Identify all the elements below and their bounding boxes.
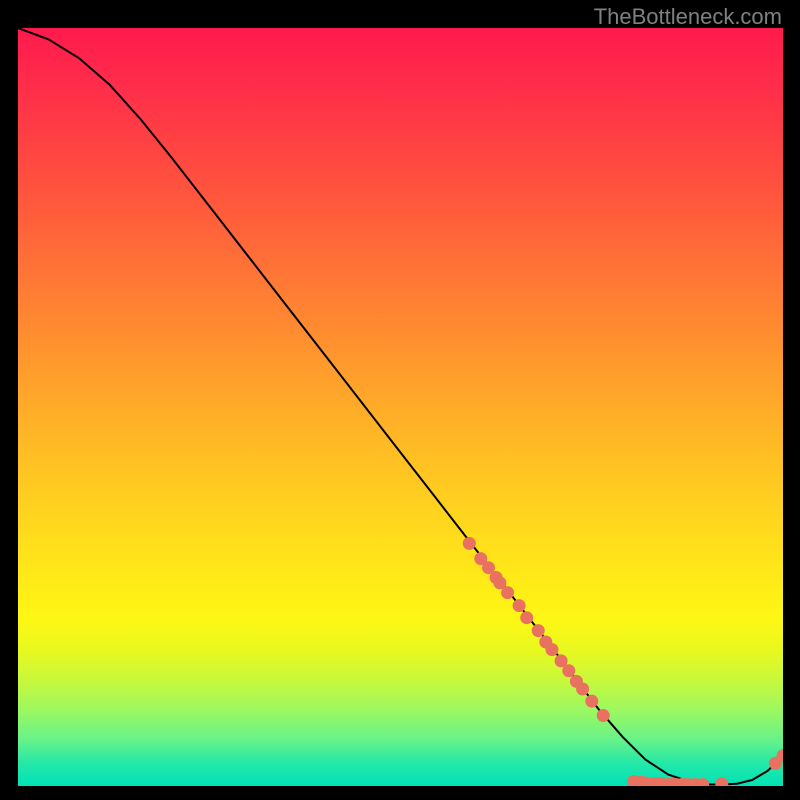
attribution-text: TheBottleneck.com <box>594 4 782 30</box>
chart-background-gradient <box>18 28 783 786</box>
